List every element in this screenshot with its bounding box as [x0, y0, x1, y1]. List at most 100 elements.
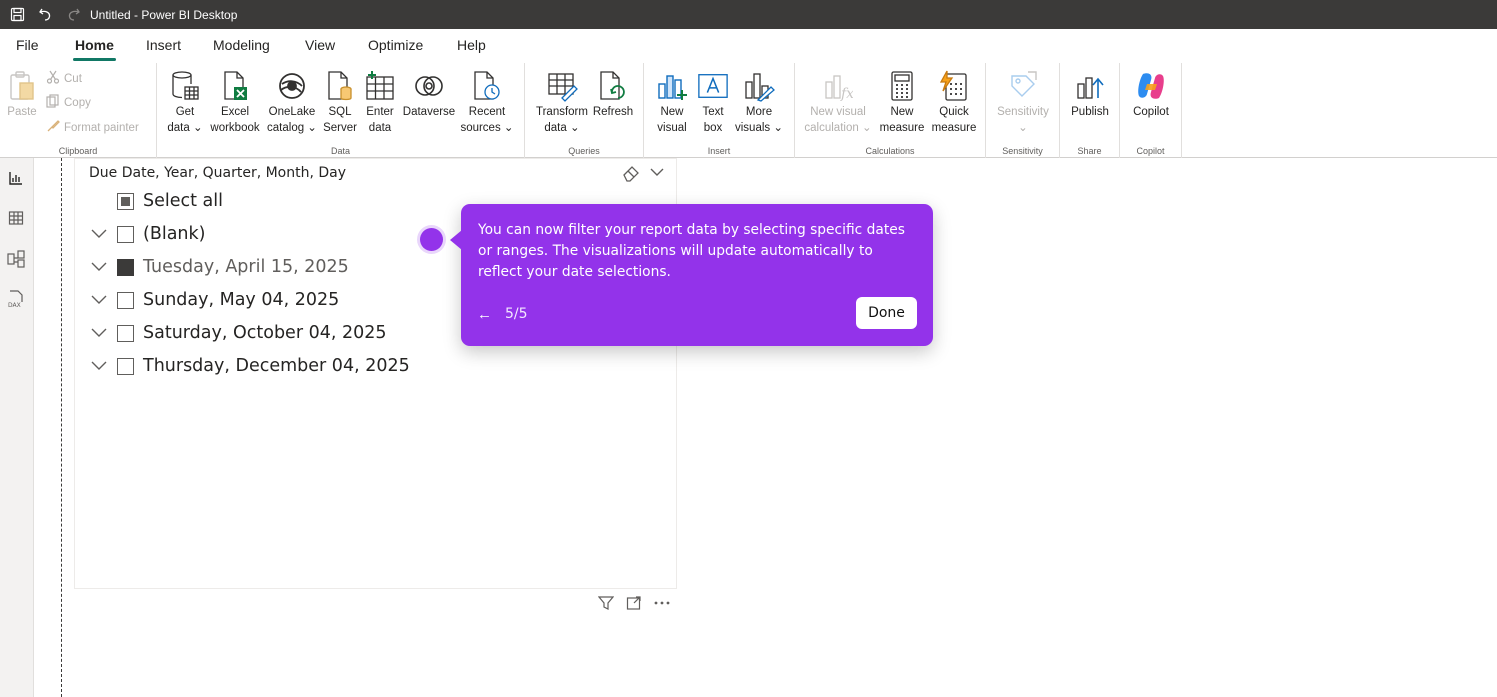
chevron-down-icon[interactable] [648, 163, 666, 186]
excel-workbook-button[interactable]: Excel workbook [207, 69, 263, 136]
save-icon[interactable] [6, 4, 28, 26]
model-view-icon[interactable] [5, 248, 27, 270]
slicer-item[interactable]: Saturday, October 04, 2025 [89, 322, 387, 344]
back-arrow-icon[interactable]: ← [477, 306, 492, 323]
table-view-icon[interactable] [5, 207, 27, 229]
item-checkbox[interactable] [117, 324, 134, 342]
calculations-group: fx New visual calculation ⌄ New measure … [795, 63, 986, 158]
recent-sources-icon [471, 69, 503, 103]
item-checkbox[interactable] [117, 225, 134, 243]
copy-icon [46, 94, 60, 111]
item-label: Saturday, October 04, 2025 [143, 323, 387, 343]
cut-button[interactable]: Cut [46, 70, 82, 87]
item-label: (Blank) [143, 224, 206, 244]
database-icon [169, 69, 201, 103]
title-bar: Untitled - Power BI Desktop [0, 0, 1497, 29]
more-options-icon[interactable] [652, 594, 672, 612]
tab-home[interactable]: Home [73, 37, 116, 61]
share-group: Publish Share [1060, 63, 1120, 158]
tab-insert[interactable]: Insert [146, 37, 181, 53]
window-title: Untitled - Power BI Desktop [90, 7, 238, 22]
view-rail: DAX [0, 158, 34, 697]
visual-header-toolbar [596, 594, 672, 612]
recent-sources-button[interactable]: Recent sources ⌄ [459, 69, 515, 136]
tab-view[interactable]: View [305, 37, 335, 53]
more-visuals-button[interactable]: More visuals ⌄ [734, 69, 784, 136]
tour-tooltip: You can now filter your report data by s… [450, 204, 933, 346]
transform-data-button[interactable]: Transform data ⌄ [533, 69, 591, 136]
quick-measure-icon [938, 69, 970, 103]
menu-bar: File Home Insert Modeling View Optimize … [0, 29, 1497, 63]
copy-button[interactable]: Copy [46, 94, 91, 111]
calculator-icon [886, 69, 918, 103]
paintbrush-icon [46, 119, 60, 136]
expand-chevron-icon[interactable] [89, 224, 109, 244]
slicer-item[interactable]: Tuesday, April 15, 2025 [89, 256, 349, 278]
tab-help[interactable]: Help [457, 37, 486, 53]
expand-chevron-icon[interactable] [89, 323, 109, 343]
dataverse-button[interactable]: Dataverse [401, 69, 457, 120]
slicer-item[interactable]: Thursday, December 04, 2025 [89, 355, 410, 377]
sensitivity-group-label: Sensitivity [1002, 146, 1043, 156]
filter-icon[interactable] [596, 594, 616, 612]
table-plus-icon [364, 69, 396, 103]
data-group-label: Data [330, 146, 350, 156]
expand-chevron-icon[interactable] [89, 290, 109, 310]
undo-icon[interactable] [34, 4, 56, 26]
insert-group: New visual Text box More visuals ⌄ Inser… [644, 63, 795, 158]
new-measure-button[interactable]: New measure [877, 69, 927, 136]
new-visual-calculation-button[interactable]: fx New visual calculation ⌄ [803, 69, 873, 136]
onelake-catalog-button[interactable]: OneLake catalog ⌄ [265, 69, 319, 136]
select-all-label: Select all [143, 191, 223, 211]
item-label: Tuesday, April 15, 2025 [143, 257, 349, 277]
report-view-icon[interactable] [5, 167, 27, 189]
new-visual-button[interactable]: New visual [654, 69, 690, 136]
tab-file[interactable]: File [16, 37, 39, 53]
sql-server-button[interactable]: SQL Server [322, 69, 358, 136]
format-painter-button[interactable]: Format painter [46, 119, 139, 136]
text-box-icon [697, 69, 729, 103]
quick-measure-button[interactable]: Quick measure [929, 69, 979, 136]
expand-chevron-icon[interactable] [89, 257, 109, 277]
publish-icon [1074, 69, 1106, 103]
select-all-checkbox[interactable] [117, 192, 134, 210]
item-checkbox-checked[interactable] [117, 258, 134, 276]
item-checkbox[interactable] [117, 291, 134, 309]
transform-data-icon [546, 69, 578, 103]
refresh-button[interactable]: Refresh [591, 69, 635, 120]
dataverse-icon [413, 69, 445, 103]
insert-group-label: Insert [707, 146, 731, 156]
sensitivity-label-icon [1007, 69, 1039, 103]
tab-optimize[interactable]: Optimize [368, 37, 423, 53]
sql-server-icon [324, 69, 356, 103]
focus-mode-icon[interactable] [624, 594, 644, 612]
slicer-item[interactable]: Sunday, May 04, 2025 [89, 289, 339, 311]
redo-icon[interactable] [62, 4, 84, 26]
copilot-icon [1135, 69, 1167, 103]
get-data-button[interactable]: Get data ⌄ [165, 69, 205, 136]
slicer-item[interactable]: (Blank) [89, 223, 205, 245]
sensitivity-button[interactable]: Sensitivity ⌄ [992, 69, 1054, 136]
enter-data-button[interactable]: Enter data [362, 69, 398, 136]
select-all-item[interactable]: Select all [117, 190, 223, 212]
queries-group: Transform data ⌄ Refresh Queries [525, 63, 644, 158]
copilot-button[interactable]: Copilot [1128, 69, 1174, 120]
canvas-boundary [61, 158, 62, 697]
tour-step-counter: 5/5 [505, 306, 528, 322]
calculations-group-label: Calculations [865, 146, 915, 156]
excel-icon [219, 69, 251, 103]
tab-modeling[interactable]: Modeling [213, 37, 270, 53]
text-box-button[interactable]: Text box [695, 69, 731, 136]
dax-query-view-icon[interactable]: DAX [5, 288, 27, 310]
copilot-group-label: Copilot [1136, 146, 1165, 156]
slicer-header: Due Date, Year, Quarter, Month, Day [89, 165, 347, 181]
eraser-icon[interactable] [621, 163, 641, 188]
item-checkbox[interactable] [117, 357, 134, 375]
publish-button[interactable]: Publish [1068, 69, 1112, 120]
more-visuals-icon [743, 69, 775, 103]
done-button[interactable]: Done [856, 297, 917, 329]
item-label: Thursday, December 04, 2025 [143, 356, 410, 376]
paste-button[interactable]: Paste [6, 69, 38, 120]
svg-text:fx: fx [840, 86, 853, 102]
expand-chevron-icon[interactable] [89, 356, 109, 376]
